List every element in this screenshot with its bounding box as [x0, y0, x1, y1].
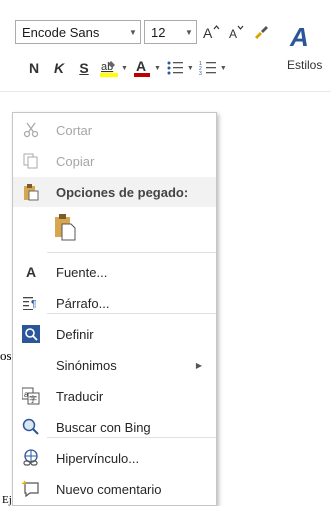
menu-item-label: Copiar: [56, 153, 95, 169]
menu-item-copy[interactable]: Copiar: [13, 146, 216, 176]
new-comment-icon: [21, 479, 41, 499]
font-size-combo[interactable]: 12 ▼: [144, 20, 197, 44]
font-icon: A: [25, 264, 37, 280]
chevron-down-icon[interactable]: ▼: [121, 65, 128, 72]
menu-separator: [47, 313, 216, 314]
highlight-color-button[interactable]: ab: [98, 56, 120, 80]
bullet-list-icon: [167, 61, 183, 75]
numbered-list-icon: 123: [199, 61, 216, 76]
menu-item-label: Cortar: [56, 122, 93, 138]
menu-header-paste-options: Opciones de pegado:: [13, 177, 216, 207]
highlighter-icon: ab: [100, 61, 118, 77]
translate-icon: a字: [21, 386, 41, 406]
chevron-down-icon[interactable]: ▼: [182, 28, 196, 37]
menu-item-cut[interactable]: Cortar: [13, 115, 216, 145]
menu-item-label: Párrafo...: [56, 295, 110, 311]
underline-button[interactable]: S: [73, 56, 95, 80]
menu-item-label: Traducir: [56, 388, 104, 404]
scissors-icon: [21, 120, 41, 140]
menu-separator: [47, 252, 216, 253]
styles-icon: A: [290, 22, 309, 52]
font-color-button[interactable]: A: [131, 56, 153, 80]
mini-toolbar-row-2: N K S ab ▼ A ▼ ▼ 123 ▼: [15, 55, 227, 81]
paste-keep-text-only-button[interactable]: [13, 209, 216, 245]
shrink-font-button[interactable]: A: [225, 20, 247, 44]
styles-label: Estilos: [287, 58, 323, 72]
chevron-down-icon[interactable]: ▼: [220, 65, 227, 72]
svg-text:字: 字: [29, 394, 37, 404]
svg-text:3: 3: [199, 71, 202, 76]
grow-font-button[interactable]: A: [200, 20, 222, 44]
menu-separator: [47, 437, 216, 438]
menu-item-label: Hipervínculo...: [56, 450, 140, 466]
define-icon: [21, 324, 41, 344]
grow-font-icon: A: [203, 25, 220, 40]
svg-text:A: A: [203, 25, 213, 40]
svg-text:¶: ¶: [31, 299, 36, 310]
shrink-font-icon: A: [229, 25, 244, 40]
menu-item-new-comment[interactable]: Nuevo comentario: [13, 474, 216, 504]
chevron-down-icon[interactable]: ▼: [187, 65, 194, 72]
menu-item-translate[interactable]: a字 Traducir: [13, 381, 216, 411]
bullets-button[interactable]: [164, 56, 186, 80]
format-painter-button[interactable]: [250, 20, 272, 44]
font-name-value[interactable]: Encode Sans: [16, 25, 126, 40]
context-menu: Cortar Copiar Opciones de pegado: A Fuen…: [12, 112, 217, 506]
menu-item-label: Nuevo comentario: [56, 481, 162, 497]
menu-item-label: Sinónimos: [56, 357, 117, 373]
menu-item-label: Definir: [56, 326, 94, 342]
search-bing-icon: [21, 417, 41, 437]
menu-item-label: Buscar con Bing: [56, 419, 151, 435]
paragraph-icon: ¶: [21, 293, 41, 313]
clipboard-icon: [21, 182, 41, 202]
menu-header-label: Opciones de pegado:: [56, 184, 189, 200]
document-text-fragment: os: [0, 348, 12, 363]
italic-button[interactable]: K: [48, 56, 70, 80]
font-name-combo[interactable]: Encode Sans ▼: [15, 20, 141, 44]
menu-item-font[interactable]: A Fuente...: [13, 257, 216, 287]
numbering-button[interactable]: 123: [197, 56, 219, 80]
chevron-down-icon[interactable]: ▼: [154, 65, 161, 72]
svg-text:A: A: [136, 58, 146, 74]
menu-item-label: Fuente...: [56, 264, 108, 280]
chevron-right-icon: ▶: [195, 360, 202, 370]
font-color-icon: A: [133, 58, 150, 77]
paintbrush-icon: [255, 26, 268, 39]
mini-toolbar-row-1: Encode Sans ▼ 12 ▼ A A: [15, 19, 272, 45]
paste-clipboard-icon: [53, 213, 77, 241]
mini-toolbar: Encode Sans ▼ 12 ▼ A A N K S ab ▼ A ▼ ▼ …: [0, 0, 331, 92]
bold-button[interactable]: N: [23, 56, 45, 80]
menu-item-synonyms[interactable]: Sinónimos ▶: [13, 350, 216, 380]
hyperlink-icon: [21, 448, 41, 468]
copy-icon: [21, 151, 41, 171]
chevron-down-icon[interactable]: ▼: [126, 28, 140, 37]
font-size-value[interactable]: 12: [145, 25, 182, 40]
menu-item-hyperlink[interactable]: Hipervínculo...: [13, 443, 216, 473]
menu-item-define[interactable]: Definir: [13, 319, 216, 349]
svg-text:A: A: [229, 27, 237, 40]
styles-button[interactable]: A Estilos: [287, 22, 329, 82]
